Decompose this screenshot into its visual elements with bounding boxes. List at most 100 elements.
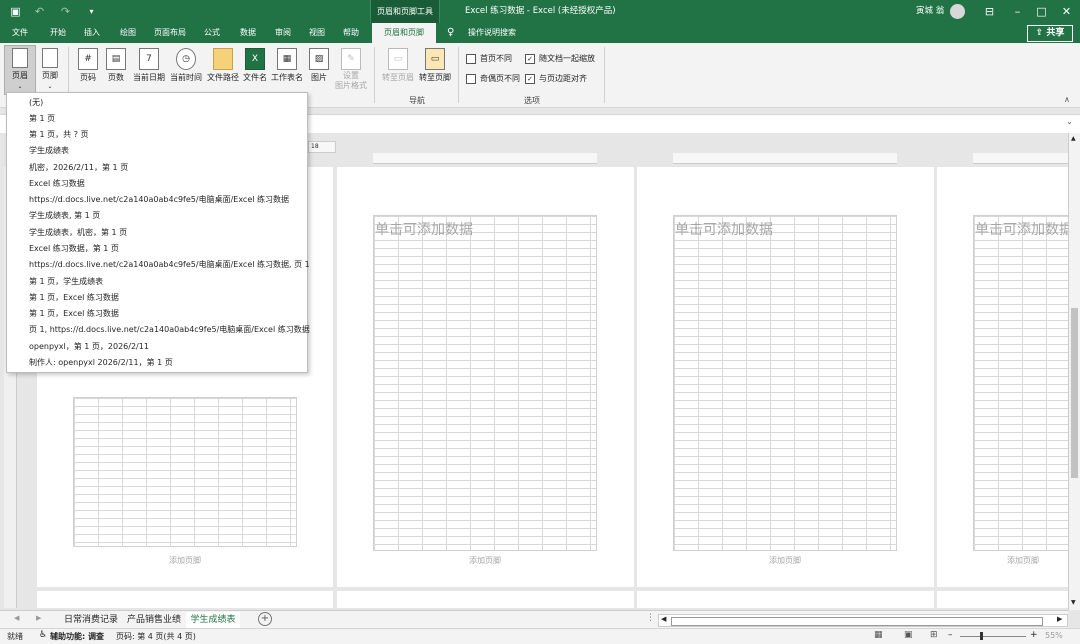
accessibility-status[interactable]: 辅助功能: 调查 <box>50 631 104 642</box>
ribbon-display-icon[interactable]: ⊟ <box>982 4 997 19</box>
minimize-icon[interactable]: – <box>1010 4 1025 19</box>
current-date-button[interactable]: 7 当前日期 <box>131 46 167 92</box>
column-ruler <box>673 153 897 164</box>
folder-icon <box>213 48 233 70</box>
header-option[interactable]: 第 1 页，共 ? 页 <box>29 127 89 143</box>
tab-help[interactable]: 帮助 <box>337 23 365 43</box>
zoom-slider-thumb[interactable] <box>980 632 983 640</box>
header-option[interactable]: 学生成绩表, 第 1 页 <box>29 208 100 224</box>
status-bar: 就绪 ♿ 辅助功能: 调查 页码: 第 4 页(共 4 页) ▦ ▣ ⊞ – +… <box>0 628 1080 644</box>
tab-review[interactable]: 审阅 <box>269 23 297 43</box>
page: 单击可添加数据 添加页脚 <box>937 167 1068 587</box>
next-sheet-icon[interactable]: ▶ <box>36 614 41 622</box>
header-placeholder[interactable]: 单击可添加数据 <box>975 219 1068 239</box>
zoom-in-icon[interactable]: + <box>1030 630 1038 640</box>
avatar[interactable] <box>950 4 965 19</box>
different-odd-even-checkbox[interactable]: 奇偶页不同 <box>466 73 520 84</box>
header-option[interactable]: 第 1 页，Excel 练习数据 <box>29 290 119 306</box>
header-option[interactable]: https://d.docs.live.net/c2a140a0ab4c9fe5… <box>29 192 289 208</box>
header-option[interactable]: 第 1 页，Excel 练习数据 <box>29 306 119 322</box>
tab-draw[interactable]: 绘图 <box>114 23 142 43</box>
save-icon[interactable]: ▣ <box>8 4 23 19</box>
header-option[interactable]: 第 1 页 <box>29 111 55 127</box>
sheet-name-button[interactable]: ▦ 工作表名 <box>269 46 305 92</box>
file-path-button[interactable]: 文件路径 <box>205 46 241 92</box>
page <box>937 591 1068 608</box>
header-option[interactable]: 页 1, https://d.docs.live.net/c2a140a0ab4… <box>29 322 310 338</box>
header-option[interactable]: https://d.docs.live.net/c2a140a0ab4c9fe5… <box>29 257 310 273</box>
header-option[interactable]: (无) <box>29 95 43 111</box>
header-option[interactable]: openpyxl，第 1 页，2026/2/11 <box>29 339 149 355</box>
tab-formulas[interactable]: 公式 <box>198 23 226 43</box>
footer-placeholder[interactable]: 添加页脚 <box>169 555 201 566</box>
vertical-scrollbar[interactable]: ▲ ▼ <box>1068 133 1080 610</box>
collapse-ribbon-icon[interactable]: ∧ <box>1064 95 1070 104</box>
zoom-slider[interactable] <box>960 636 1026 637</box>
goto-header-button[interactable]: ▭ 转至页眉 <box>380 46 416 92</box>
tab-data[interactable]: 数据 <box>234 23 262 43</box>
tab-insert[interactable]: 插入 <box>78 23 106 43</box>
header-gallery-dropdown: (无) 第 1 页 第 1 页，共 ? 页 学生成绩表 机密，2026/2/11… <box>6 92 310 373</box>
different-first-page-checkbox[interactable]: 首页不同 <box>466 53 512 64</box>
header-option[interactable]: 学生成绩表，机密，第 1 页 <box>29 225 127 241</box>
tab-file[interactable]: 文件 <box>6 23 34 43</box>
tab-view[interactable]: 视图 <box>303 23 331 43</box>
scroll-up-icon[interactable]: ▲ <box>1071 135 1076 142</box>
scroll-down-icon[interactable]: ▼ <box>1071 599 1076 606</box>
cell-grid <box>673 215 897 551</box>
align-with-margins-checkbox[interactable]: ✓ 与页边距对齐 <box>525 73 587 84</box>
footer-placeholder[interactable]: 添加页脚 <box>469 555 501 566</box>
normal-view-icon[interactable]: ▦ <box>874 630 883 640</box>
share-button[interactable]: ⇪ 共享 <box>1027 25 1073 42</box>
page-count-button[interactable]: ▤ 页数 <box>104 46 128 92</box>
format-picture-button[interactable]: ✎ 设置 图片格式 <box>333 46 369 92</box>
header-button[interactable]: 页眉 ⌄ <box>4 45 36 95</box>
customize-qat-icon[interactable]: ▾ <box>84 4 99 19</box>
header-option[interactable]: Excel 练习数据 <box>29 176 85 192</box>
header-option[interactable]: 机密，2026/2/11，第 1 页 <box>29 160 128 176</box>
checkbox-unchecked-icon <box>466 53 476 64</box>
cell-grid <box>373 215 597 551</box>
page-layout-view-icon[interactable]: ▣ <box>904 630 913 640</box>
maximize-icon[interactable]: □ <box>1034 4 1049 19</box>
tell-me-search[interactable]: 操作说明搜索 <box>464 23 520 43</box>
close-icon[interactable]: ✕ <box>1059 4 1074 19</box>
sheet-tab[interactable]: 产品销售业绩 <box>124 612 184 628</box>
add-sheet-icon[interactable]: + <box>258 612 272 626</box>
horizontal-scrollbar[interactable]: ◀ ▶ <box>658 614 1068 627</box>
zoom-level[interactable]: 55% <box>1045 631 1063 640</box>
page-break-view-icon[interactable]: ⊞ <box>930 630 938 640</box>
split-handle-icon[interactable]: ⋮ <box>646 613 655 623</box>
tab-home[interactable]: 开始 <box>44 23 72 43</box>
goto-footer-button[interactable]: ▭ 转至页脚 <box>417 46 453 92</box>
header-placeholder[interactable]: 单击可添加数据 <box>375 219 473 239</box>
expand-formula-bar-icon[interactable]: ⌄ <box>1066 117 1073 126</box>
undo-icon[interactable]: ↶ <box>32 4 47 19</box>
file-name-button[interactable]: X 文件名 <box>241 46 269 92</box>
current-time-button[interactable]: ◷ 当前时间 <box>168 46 204 92</box>
footer-placeholder[interactable]: 添加页脚 <box>769 555 801 566</box>
picture-button[interactable]: ▨ 图片 <box>307 46 331 92</box>
scrollbar-thumb[interactable] <box>671 617 1043 626</box>
header-option[interactable]: 第 1 页，学生成绩表 <box>29 274 103 290</box>
footer-button[interactable]: 页脚 ⌄ <box>36 46 64 92</box>
zoom-out-icon[interactable]: – <box>948 630 953 640</box>
tab-header-footer[interactable]: 页眉和页脚 <box>372 23 436 43</box>
prev-sheet-icon[interactable]: ◀ <box>14 614 19 622</box>
scroll-left-icon[interactable]: ◀ <box>661 615 666 623</box>
redo-icon[interactable]: ↷ <box>58 4 73 19</box>
separator <box>374 47 375 103</box>
page-number-button[interactable]: # 页码 <box>76 46 100 92</box>
header-option[interactable]: 学生成绩表 <box>29 143 69 159</box>
header-option[interactable]: Excel 练习数据，第 1 页 <box>29 241 119 257</box>
lightbulb-icon: ♀ <box>447 27 455 38</box>
scale-with-document-checkbox[interactable]: ✓ 随文档一起缩放 <box>525 53 595 64</box>
scrollbar-thumb[interactable] <box>1071 308 1078 478</box>
sheet-tab[interactable]: 日常消费记录 <box>60 612 122 628</box>
scroll-right-icon[interactable]: ▶ <box>1057 615 1062 623</box>
footer-placeholder[interactable]: 添加页脚 <box>1007 555 1039 566</box>
user-name[interactable]: 寅城 翁 <box>916 0 944 23</box>
header-placeholder[interactable]: 单击可添加数据 <box>675 219 773 239</box>
tab-page-layout[interactable]: 页面布局 <box>150 23 190 43</box>
header-option[interactable]: 制作人: openpyxl 2026/2/11，第 1 页 <box>29 355 173 371</box>
